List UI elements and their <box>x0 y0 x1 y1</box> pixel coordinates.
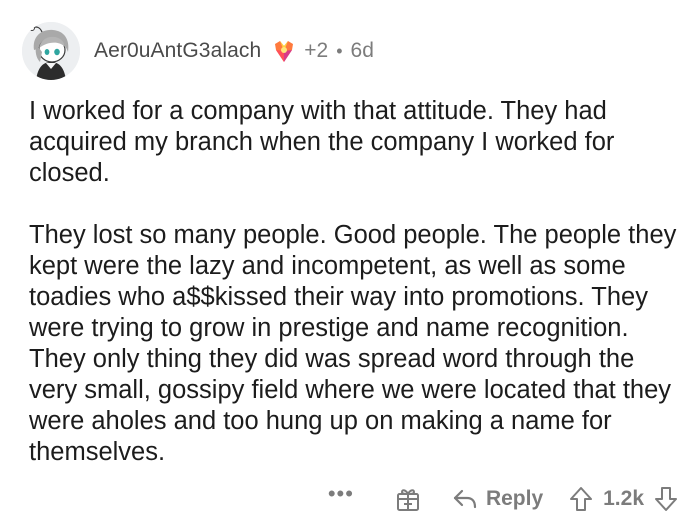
snoo-avatar-icon <box>22 22 80 80</box>
comment-paragraph: I worked for a company with that attitud… <box>29 97 615 187</box>
vote-score: 1.2k <box>603 487 644 510</box>
comment-age: 6d <box>350 39 374 62</box>
reply-button[interactable]: Reply <box>452 487 543 511</box>
user-avatar[interactable] <box>22 22 80 80</box>
more-options-button[interactable]: ••• <box>328 483 354 505</box>
comment-header: Aer0uAntG3alach +2 • 6d <box>22 12 682 90</box>
downvote-arrow-icon <box>655 487 677 511</box>
reply-label: Reply <box>485 487 544 510</box>
reply-arrow-icon <box>452 487 478 511</box>
author-username[interactable]: Aer0uAntG3alach <box>94 39 261 63</box>
comment-actions: ••• Reply 1.2k <box>328 482 678 516</box>
award-count: +2 <box>304 39 329 62</box>
comment-body: I worked for a company with that attitud… <box>29 96 679 468</box>
award-icon[interactable] <box>271 38 297 64</box>
upvote-button[interactable] <box>569 486 593 512</box>
downvote-button[interactable] <box>654 486 678 512</box>
upvote-arrow-icon <box>570 487 593 511</box>
give-award-button[interactable] <box>394 485 422 513</box>
meta-separator: • <box>336 40 343 61</box>
gift-icon <box>396 489 419 511</box>
comment-paragraph: They lost so many people. Good people. T… <box>29 221 677 466</box>
